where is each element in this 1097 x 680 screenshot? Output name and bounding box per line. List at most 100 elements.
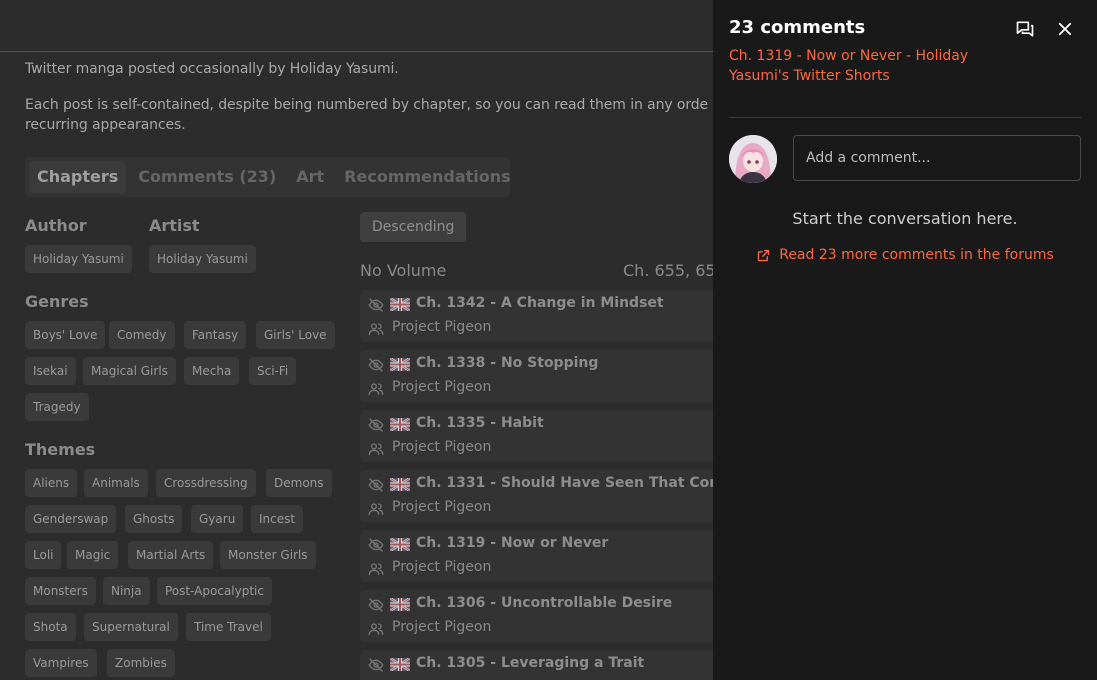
scanlation-group[interactable]: Project Pigeon xyxy=(392,499,491,515)
external-link-icon xyxy=(758,249,770,261)
scanlation-group[interactable]: Project Pigeon xyxy=(392,319,491,335)
group-icon xyxy=(368,323,384,335)
genre-tag[interactable]: Magical Girls xyxy=(83,357,176,385)
artist-tag[interactable]: Holiday Yasumi xyxy=(149,245,256,273)
chapter-title[interactable]: Ch. 1342 - A Change in Mindset xyxy=(416,295,664,311)
close-panel-button[interactable] xyxy=(1053,17,1077,41)
chapter-title[interactable]: Ch. 1305 - Leveraging a Trait xyxy=(416,655,644,671)
group-icon xyxy=(368,563,384,575)
description-line-3: recurring appearances. xyxy=(25,117,186,133)
panel-divider xyxy=(729,117,1081,118)
author-heading: Author xyxy=(25,216,87,235)
volume-chapter-range[interactable]: Ch. 655, 658 xyxy=(623,261,726,280)
description-paragraph: Each post is self-contained, despite bei… xyxy=(25,95,725,135)
theme-tag[interactable]: Gyaru xyxy=(191,505,244,533)
eye-off-icon[interactable] xyxy=(368,417,384,433)
description-line-1: Twitter manga posted occasionally by Hol… xyxy=(25,61,399,77)
theme-tag[interactable]: Demons xyxy=(266,469,332,497)
chapter-title[interactable]: Ch. 1338 - No Stopping xyxy=(416,355,598,371)
chapter-row[interactable]: Ch. 1342 - A Change in Mindset Project Pi… xyxy=(360,290,720,342)
theme-tag[interactable]: Monster Girls xyxy=(220,541,316,569)
theme-tag[interactable]: Zombies xyxy=(107,649,175,677)
user-avatar[interactable] xyxy=(729,135,777,183)
genre-tag[interactable]: Tragedy xyxy=(25,393,89,421)
chat-bubbles-icon xyxy=(1016,21,1034,37)
genres-heading: Genres xyxy=(25,292,89,311)
genre-tag[interactable]: Boys' Love xyxy=(25,321,106,349)
chapter-title[interactable]: Ch. 1319 - Now or Never xyxy=(416,535,608,551)
chapter-row[interactable]: Ch. 1335 - Habit Project Pigeon xyxy=(360,410,720,462)
theme-tag[interactable]: Genderswap xyxy=(25,505,117,533)
uk-flag-icon xyxy=(390,538,410,551)
tab-chapters[interactable]: Chapters xyxy=(29,161,127,193)
uk-flag-icon xyxy=(390,358,410,371)
group-icon xyxy=(368,383,384,395)
genre-tag[interactable]: Fantasy xyxy=(184,321,247,349)
theme-tag[interactable]: Crossdressing xyxy=(156,469,256,497)
scanlation-group[interactable]: Project Pigeon xyxy=(392,439,491,455)
scanlation-group[interactable]: Project Pigeon xyxy=(392,619,491,635)
eye-off-icon[interactable] xyxy=(368,537,384,553)
eye-off-icon[interactable] xyxy=(368,657,384,673)
genre-tag[interactable]: Mecha xyxy=(184,357,240,385)
genre-tag[interactable]: Isekai xyxy=(25,357,76,385)
comments-count-title: 23 comments xyxy=(729,17,866,38)
manga-tabs: Chapters Comments (23) Art Recommendatio… xyxy=(25,157,511,197)
uk-flag-icon xyxy=(390,298,410,311)
tab-art[interactable]: Art xyxy=(288,161,332,193)
group-icon xyxy=(368,503,384,515)
chapter-row[interactable]: Ch. 1305 - Leveraging a TraitProject Pig… xyxy=(360,650,720,680)
close-icon xyxy=(1058,22,1072,36)
chapter-row[interactable]: Ch. 1331 - Should Have Seen That Coming P… xyxy=(360,470,749,522)
theme-tag[interactable]: Post-Apocalyptic xyxy=(157,577,272,605)
artist-heading: Artist xyxy=(149,216,200,235)
eye-off-icon[interactable] xyxy=(368,597,384,613)
tab-comments[interactable]: Comments (23) xyxy=(130,161,284,193)
genre-tag[interactable]: Comedy xyxy=(109,321,175,349)
theme-tag[interactable]: Shota xyxy=(25,613,76,641)
chapter-title[interactable]: Ch. 1306 - Uncontrollable Desire xyxy=(416,595,672,611)
genre-tag[interactable]: Sci-Fi xyxy=(249,357,297,385)
group-icon xyxy=(368,623,384,635)
scanlation-group[interactable]: Project Pigeon xyxy=(392,379,491,395)
uk-flag-icon xyxy=(390,418,410,431)
open-forum-button[interactable] xyxy=(1013,17,1037,41)
tab-recommendations[interactable]: Recommendations xyxy=(336,161,519,193)
theme-tag[interactable]: Supernatural xyxy=(84,613,178,641)
group-icon xyxy=(368,443,384,455)
chapter-title[interactable]: Ch. 1331 - Should Have Seen That Coming xyxy=(416,475,749,491)
comments-panel: 23 comments Ch. 1319 - Now or Never - Ho… xyxy=(713,0,1097,680)
chapter-title[interactable]: Ch. 1335 - Habit xyxy=(416,415,544,431)
forum-comments-link[interactable]: Read 23 more comments in the forums xyxy=(713,247,1097,263)
avatar-image xyxy=(729,135,777,183)
chapter-row[interactable]: Ch. 1338 - No Stopping Project Pigeon xyxy=(360,350,720,402)
theme-tag[interactable]: Aliens xyxy=(25,469,78,497)
chapter-row[interactable]: Ch. 1306 - Uncontrollable Desire Project … xyxy=(360,590,720,642)
forum-link-label: Read 23 more comments in the forums xyxy=(779,247,1054,263)
theme-tag[interactable]: Vampires xyxy=(25,649,97,677)
themes-heading: Themes xyxy=(25,440,96,459)
theme-tag[interactable]: Ninja xyxy=(103,577,150,605)
chapter-row[interactable]: Ch. 1319 - Now or Never Project Pigeon xyxy=(360,530,720,582)
eye-off-icon[interactable] xyxy=(368,357,384,373)
theme-tag[interactable]: Incest xyxy=(251,505,304,533)
theme-tag[interactable]: Martial Arts xyxy=(128,541,214,569)
sort-order-button[interactable]: Descending xyxy=(360,212,467,242)
volume-label: No Volume xyxy=(360,261,447,280)
eye-off-icon[interactable] xyxy=(368,477,384,493)
uk-flag-icon xyxy=(390,658,410,671)
theme-tag[interactable]: Animals xyxy=(84,469,148,497)
eye-off-icon[interactable] xyxy=(368,297,384,313)
scanlation-group[interactable]: Project Pigeon xyxy=(392,559,491,575)
comment-input[interactable] xyxy=(793,135,1081,181)
empty-conversation-message: Start the conversation here. xyxy=(792,209,1018,228)
theme-tag[interactable]: Magic xyxy=(67,541,119,569)
chapter-link[interactable]: Ch. 1319 - Now or Never - Holiday Yasumi… xyxy=(729,46,989,86)
uk-flag-icon xyxy=(390,478,410,491)
theme-tag[interactable]: Loli xyxy=(25,541,62,569)
genre-tag[interactable]: Girls' Love xyxy=(256,321,335,349)
theme-tag[interactable]: Ghosts xyxy=(125,505,183,533)
author-tag[interactable]: Holiday Yasumi xyxy=(25,245,132,273)
theme-tag[interactable]: Time Travel xyxy=(186,613,271,641)
theme-tag[interactable]: Monsters xyxy=(25,577,96,605)
